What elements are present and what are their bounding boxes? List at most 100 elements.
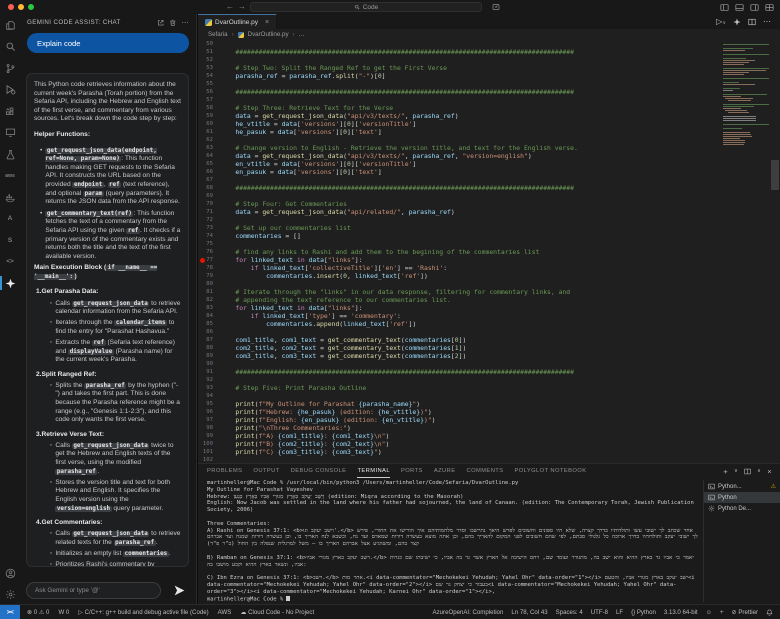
code-line-94[interactable]: 94 (198, 392, 780, 400)
code-line-102[interactable]: 102 (198, 456, 780, 463)
panel-tab-debug-console[interactable]: DEBUG CONSOLE (291, 464, 347, 478)
code-line-73[interactable]: 73 # Set up our commentaries list (198, 224, 780, 232)
activity-docker-icon[interactable] (0, 191, 20, 203)
code-line-60[interactable]: 60 he_vtitle = data['versions'][0]['vers… (198, 120, 780, 128)
code-line-56[interactable]: 56 #####################################… (198, 88, 780, 96)
code-line-69[interactable]: 69 (198, 192, 780, 200)
status-language-mode[interactable]: {} Python (631, 609, 656, 616)
minimap[interactable] (721, 41, 769, 147)
tab-close-icon[interactable]: × (265, 19, 269, 26)
code-line-88[interactable]: 88 com2_title, com2_text = get_commentar… (198, 344, 780, 352)
status-add[interactable]: + (720, 609, 724, 616)
breadcrumb-segment[interactable]: … (299, 31, 305, 38)
code-line-62[interactable]: 62 (198, 136, 780, 144)
maximize-panel-icon[interactable]: ∧ (757, 468, 761, 474)
panel-tab-output[interactable]: OUTPUT (253, 464, 279, 478)
delete-chat-icon[interactable] (169, 19, 177, 27)
code-line-90[interactable]: 90 (198, 360, 780, 368)
activity-run-debug-icon[interactable] (0, 84, 20, 96)
code-line-65[interactable]: 65 en_vtitle = data['versions'][0]['vers… (198, 160, 780, 168)
panel-tab-problems[interactable]: PROBLEMS (207, 464, 242, 478)
code-line-75[interactable]: 75 (198, 240, 780, 248)
nav-forward-icon[interactable]: → (238, 1, 246, 13)
code-line-95[interactable]: 95 print(f"My Outline for Parashat {para… (198, 400, 780, 408)
minimize-window-button[interactable] (18, 4, 24, 10)
code-line-92[interactable]: 92 (198, 376, 780, 384)
command-center-extra-icon[interactable] (492, 3, 500, 11)
code-line-82[interactable]: 82 # appending the text reference to our… (198, 296, 780, 304)
panel-tab-terminal[interactable]: TERMINAL (357, 464, 390, 478)
gemini-sparkle-icon[interactable] (733, 18, 741, 26)
activity-sql-tools-icon[interactable]: S (0, 234, 20, 246)
code-line-93[interactable]: 93 # Step Five: Print Parasha Outline (198, 384, 780, 392)
status-encoding[interactable]: UTF-8 (591, 609, 608, 616)
code-line-64[interactable]: 64 data = get_request_json_data("api/v3/… (198, 152, 780, 160)
activity-extensions-icon[interactable] (0, 105, 20, 117)
code-line-70[interactable]: 70 # Step Four: Get Commentaries (198, 200, 780, 208)
code-line-83[interactable]: 83 for linked_text in data["links"]: (198, 304, 780, 312)
code-line-67[interactable]: 67 (198, 176, 780, 184)
code-line-97[interactable]: 97 print(f"English: {en_pasuk} (edition:… (198, 416, 780, 424)
new-terminal-icon[interactable]: + (723, 467, 728, 476)
breakpoint-dot[interactable] (200, 258, 205, 263)
code-line-87[interactable]: 87 com1_title, com1_text = get_commentar… (198, 336, 780, 344)
status-azure-openai[interactable]: AzureOpenAI: Completion (433, 609, 504, 616)
code-line-96[interactable]: 96 print(f"Hebrew: {he_pasuk} (edition: … (198, 408, 780, 416)
terminal-instance-python[interactable]: Python (704, 492, 780, 503)
activity-testing-icon[interactable] (0, 148, 20, 160)
status-cursor-position[interactable]: Ln 78, Col 43 (511, 609, 547, 616)
toggle-sidebar-right-icon[interactable] (750, 3, 759, 12)
status-prettier[interactable]: ⊘ Prettier (732, 609, 758, 616)
code-line-58[interactable]: 58 # Step Three: Retrieve Text for the V… (198, 104, 780, 112)
code-line-72[interactable]: 72 (198, 216, 780, 224)
open-in-editor-icon[interactable] (157, 19, 165, 27)
code-line-68[interactable]: 68 #####################################… (198, 184, 780, 192)
status-indentation[interactable]: Spaces: 4 (556, 609, 583, 616)
nav-back-icon[interactable]: ← (226, 1, 234, 13)
code-line-81[interactable]: 81 # Iterate through the "links" in our … (198, 288, 780, 296)
code-line-66[interactable]: 66 en_pasuk = data['versions'][0]['text'… (198, 168, 780, 176)
code-line-52[interactable]: 52 (198, 56, 780, 64)
explain-code-chip[interactable]: Explain code (27, 33, 189, 53)
breadcrumb-segment[interactable]: Sefaria (208, 31, 228, 38)
code-line-79[interactable]: 79 commentaries.insert(0, linked_text['r… (198, 272, 780, 280)
remote-indicator[interactable]: >< (0, 605, 20, 619)
activity-aws-icon[interactable]: aws (0, 170, 20, 182)
code-line-77[interactable]: 77 for linked_text in data["links"]: (198, 256, 780, 264)
code-line-61[interactable]: 61 he_pasuk = data['versions'][0]['text'… (198, 128, 780, 136)
code-line-55[interactable]: 55 (198, 80, 780, 88)
activity-azure-icon[interactable]: A (0, 213, 20, 225)
code-line-91[interactable]: 91 #####################################… (198, 368, 780, 376)
activity-source-control-icon[interactable] (0, 62, 20, 74)
activity-gemini-code-assist-icon[interactable] (0, 277, 20, 289)
code-line-85[interactable]: 85 commentaries.append(linked_text['ref'… (198, 320, 780, 328)
close-window-button[interactable] (8, 4, 14, 10)
code-line-63[interactable]: 63 # Change version to English - Retriev… (198, 144, 780, 152)
zoom-window-button[interactable] (28, 4, 34, 10)
panel-tab-comments[interactable]: COMMENTS (466, 464, 503, 478)
panel-tab-ports[interactable]: PORTS (401, 464, 423, 478)
split-editor-icon[interactable] (748, 18, 756, 26)
status-aws[interactable]: AWS (218, 609, 232, 616)
activity-explorer-icon[interactable] (0, 19, 20, 31)
terminal-dropdown-icon[interactable]: ∨ (734, 468, 738, 474)
status-cloud-code[interactable]: ☁ Cloud Code - No Project (240, 609, 314, 616)
editor-more-actions-icon[interactable]: ⋯ (763, 17, 771, 26)
code-line-101[interactable]: 101 print(f"C) {com3_title}: {com3_text}… (198, 448, 780, 456)
status-eol[interactable]: LF (616, 609, 623, 616)
tab-dvaroutline[interactable]: DvarOutline.py × (198, 14, 277, 29)
activity-search-icon[interactable] (0, 41, 20, 53)
chat-input[interactable] (26, 582, 161, 599)
code-line-50[interactable]: 50 (198, 40, 780, 48)
send-icon[interactable] (173, 584, 186, 597)
code-line-71[interactable]: 71 data = get_request_json_data("api/rel… (198, 208, 780, 216)
code-line-53[interactable]: 53 # Step Two: Split the Ranged Ref to g… (198, 64, 780, 72)
code-line-99[interactable]: 99 print(f"A) {com1_title}: {com1_text}\… (198, 432, 780, 440)
status-port-indicator[interactable]: W 0 (58, 609, 69, 616)
code-line-100[interactable]: 100 print(f"B) {com2_title}: {com2_text}… (198, 440, 780, 448)
activity-code-tools-icon[interactable]: <> (0, 256, 20, 268)
code-line-59[interactable]: 59 data = get_request_json_data("api/v3/… (198, 112, 780, 120)
terminal-instance-python[interactable]: Python...⚠ (704, 481, 780, 492)
status-problems[interactable]: ⊗ 0 ⚠ 0 (27, 609, 49, 616)
code-line-57[interactable]: 57 (198, 96, 780, 104)
